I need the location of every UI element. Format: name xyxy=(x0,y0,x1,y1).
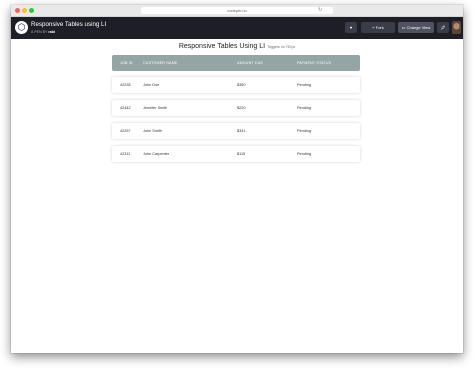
minimize-window-button[interactable] xyxy=(22,8,27,13)
cell-job-id: 42442 xyxy=(120,106,131,110)
codepen-header: ⬡ Responsive Tables using LI A PEN BY ra… xyxy=(11,17,463,39)
column-header-customer-name: CUSTOMER NAME xyxy=(143,61,178,65)
page-title: Responsive Tables Using LI Triggers on 76… xyxy=(11,43,463,50)
cell-payment-status: Pending xyxy=(297,83,311,87)
cell-customer-name: John Doe xyxy=(143,83,160,87)
cell-customer-name: John Smith xyxy=(143,129,162,133)
browser-toolbar: codepen.io ↻ xyxy=(11,5,463,17)
page-subtitle: Triggers on 767px xyxy=(267,45,296,49)
table-row: 42311 John Carpenter $115 Pending xyxy=(112,146,360,162)
cell-payment-status: Pending xyxy=(297,129,311,133)
browser-window: codepen.io ↻ ⬡ Responsive Tables using L… xyxy=(11,5,463,353)
cell-payment-status: Pending xyxy=(297,152,311,156)
table-row: 42257 John Smith $341 Pending xyxy=(112,123,360,139)
cell-job-id: 42311 xyxy=(120,152,131,156)
close-window-button[interactable] xyxy=(15,8,20,13)
reload-icon[interactable]: ↻ xyxy=(318,7,322,14)
cell-amount-due: $350 xyxy=(237,83,246,87)
love-button[interactable]: ♥ xyxy=(345,22,357,33)
table-row: 42235 John Doe $350 Pending xyxy=(112,77,360,93)
pen-title: Responsive Tables using LI xyxy=(31,21,107,28)
table-row: 42442 Jennifer Smith $220 Pending xyxy=(112,100,360,116)
cell-amount-due: $220 xyxy=(237,106,246,110)
user-avatar[interactable] xyxy=(452,21,461,34)
column-header-amount-due: AMOUNT DUE xyxy=(237,61,264,65)
cell-job-id: 42235 xyxy=(120,83,131,87)
pin-icon: 📌︎ xyxy=(440,25,446,30)
column-header-job-id: JOB ID xyxy=(120,61,133,65)
cell-payment-status: Pending xyxy=(297,106,311,110)
cell-customer-name: Jennifer Smith xyxy=(143,106,168,110)
pin-button[interactable]: 📌︎ xyxy=(437,22,449,33)
cell-amount-due: $115 xyxy=(237,152,246,156)
cell-customer-name: John Carpenter xyxy=(143,152,170,156)
cell-amount-due: $341 xyxy=(237,129,246,133)
fork-icon: ⑂ xyxy=(372,25,375,30)
cell-job-id: 42257 xyxy=(120,129,131,133)
pen-author-name[interactable]: rabi xyxy=(48,30,55,34)
fork-button[interactable]: ⑂ Fork xyxy=(361,22,395,33)
fork-label: Fork xyxy=(375,25,384,30)
address-bar[interactable]: codepen.io xyxy=(141,7,333,14)
change-view-label: Change View xyxy=(406,25,431,30)
table-header: JOB ID CUSTOMER NAME AMOUNT DUE PAYMENT … xyxy=(112,55,360,71)
codepen-logo-icon[interactable]: ⬡ xyxy=(15,21,28,34)
change-view-button[interactable]: ▭ Change View xyxy=(398,22,434,33)
layout-icon: ▭ xyxy=(401,25,406,30)
page-title-text: Responsive Tables Using LI xyxy=(178,43,266,50)
pen-author[interactable]: A PEN BY rabi xyxy=(31,30,55,34)
column-header-payment-status: PAYMENT STATUS xyxy=(297,61,332,65)
maximize-window-button[interactable] xyxy=(29,8,34,13)
heart-icon: ♥ xyxy=(349,25,353,30)
pen-by-prefix: A PEN BY xyxy=(31,30,48,34)
